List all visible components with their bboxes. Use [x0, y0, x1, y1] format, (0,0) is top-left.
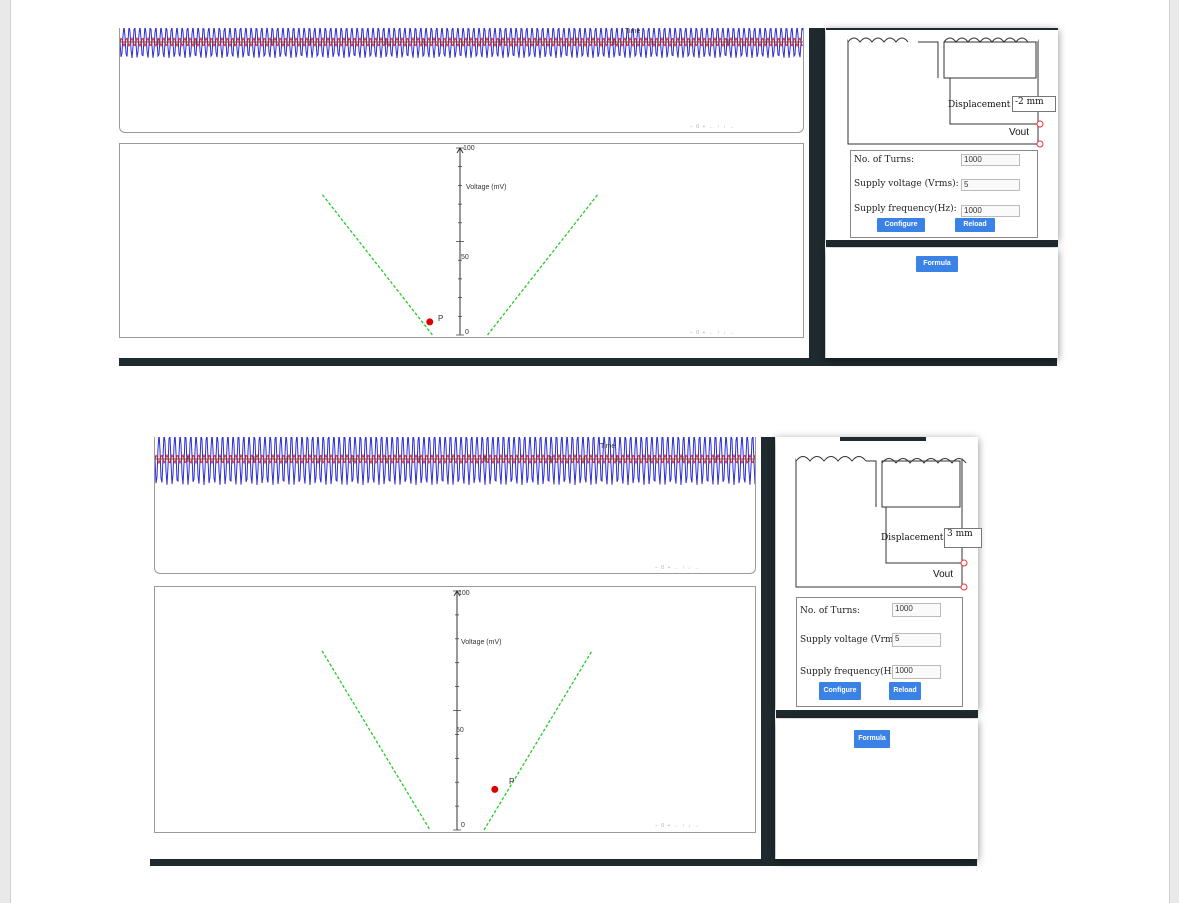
waveform-plot-bottom: Time − 0 + ← ↑ ↓ → [154, 437, 756, 574]
lvdt-config-panel-bottom: Displacement 3 mm Vout No. of Turns: 100… [776, 437, 982, 710]
document-page: Time − 0 + ← ↑ ↓ → 100 50 0 Voltage (mV)… [10, 0, 1170, 903]
displacement-label: Displacement [881, 533, 944, 543]
point-marker [491, 785, 499, 793]
turns-label: No. of Turns: [800, 606, 861, 616]
formula-panel-bottom: Formula [776, 719, 978, 859]
right-series-line [483, 650, 593, 831]
right-series-line [486, 194, 599, 336]
lvdt-config-panel-top: Displacement -2 mm Vout No. of Turns: 10… [826, 28, 1058, 240]
divider-bar [761, 437, 775, 859]
y-tick-0: 0 [465, 329, 469, 336]
y-axis-label: Voltage (mV) [466, 184, 507, 191]
y-tick-50: 50 [461, 254, 469, 261]
plot-nav-controls[interactable]: − 0 + ← ↑ ↓ → [655, 565, 700, 571]
plot-nav-controls[interactable]: − 0 + ← ↑ ↓ → [690, 330, 735, 336]
left-series-line [321, 650, 431, 831]
supply-frequency-label: Supply frequency(Hz): [800, 667, 903, 677]
point-label: P [509, 777, 515, 786]
turns-input[interactable]: 1000 [961, 154, 1020, 166]
vout-label: Vout [933, 569, 954, 580]
displacement-input[interactable]: -2 mm [1012, 96, 1056, 112]
vout-label: Vout [1009, 127, 1030, 138]
reload-button[interactable]: Reload [889, 682, 921, 700]
point-marker [426, 318, 434, 326]
supply-voltage-label: Supply voltage (Vrms): [854, 179, 959, 189]
supply-voltage-label: Supply voltage (Vrms): [800, 635, 905, 645]
time-axis-label: Time [600, 443, 616, 450]
voltage-plot-bottom: 100 50 0 Voltage (mV) P − 0 + ← ↑ ↓ → [154, 586, 756, 833]
formula-button[interactable]: Formula [854, 730, 890, 748]
y-tick-100: 100 [458, 590, 470, 597]
configure-button[interactable]: Configure [819, 682, 861, 700]
waveform-svg-bottom [155, 437, 755, 486]
bottom-bar [150, 859, 977, 866]
supply-voltage-input[interactable]: 5 [961, 179, 1020, 191]
configure-button[interactable]: Configure [877, 218, 925, 232]
y-tick-100: 100 [463, 145, 475, 152]
supply-voltage-input[interactable]: 5 [892, 633, 941, 647]
parameter-form: No. of Turns: 1000 Supply voltage (Vrms)… [850, 150, 1038, 238]
point-label: P [438, 314, 444, 323]
plot-nav-controls[interactable]: − 0 + ← ↑ ↓ → [655, 823, 700, 829]
y-axis-label: Voltage (mV) [461, 639, 502, 646]
waveform-plot-top: Time − 0 + ← ↑ ↓ → [119, 28, 804, 133]
formula-button[interactable]: Formula [916, 256, 958, 272]
bottom-bar [119, 358, 1057, 366]
supply-frequency-input[interactable]: 1000 [961, 205, 1020, 217]
displacement-label: Displacement [948, 100, 1011, 110]
waveform-svg-top [120, 28, 803, 59]
divider-bar [809, 28, 825, 358]
plot-nav-controls[interactable]: − 0 + ← ↑ ↓ → [690, 124, 735, 130]
left-series-line [321, 194, 434, 336]
turns-label: No. of Turns: [854, 155, 915, 165]
displacement-input[interactable]: 3 mm [944, 528, 982, 548]
y-tick-0: 0 [461, 822, 465, 829]
supply-frequency-label: Supply frequency(Hz): [854, 204, 957, 214]
right-divider-bar [776, 710, 978, 718]
voltage-svg-top [321, 147, 599, 336]
y-tick-50: 50 [456, 727, 464, 734]
voltage-svg-bottom [321, 590, 593, 831]
formula-panel-top: Formula [826, 248, 1058, 358]
reload-button[interactable]: Reload [955, 218, 995, 232]
parameter-form: No. of Turns: 1000 Supply voltage (Vrms)… [796, 597, 963, 707]
turns-input[interactable]: 1000 [892, 603, 941, 617]
right-divider-bar [826, 240, 1058, 247]
time-axis-label: Time [625, 28, 641, 35]
supply-frequency-input[interactable]: 1000 [892, 665, 941, 679]
voltage-plot-top: 100 50 0 Voltage (mV) P − 0 + ← ↑ ↓ → [119, 143, 804, 338]
